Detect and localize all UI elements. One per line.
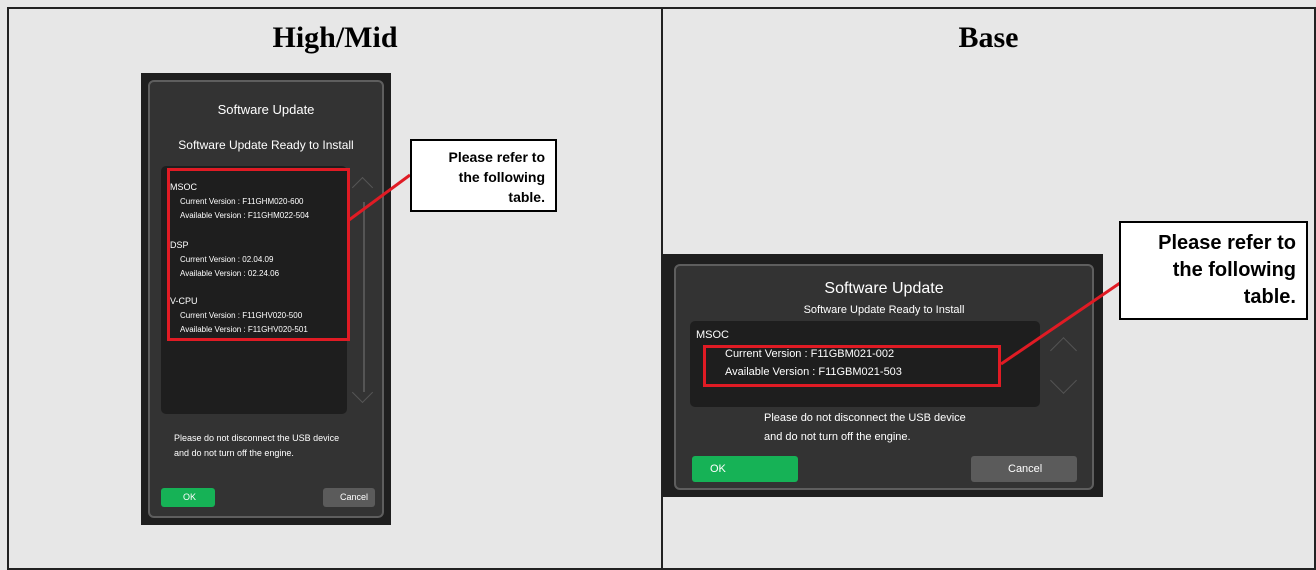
scroll-down-icon[interactable] xyxy=(1050,367,1077,394)
left-callout-line-2: the following xyxy=(458,169,545,185)
left-callout-line-3: table. xyxy=(508,189,545,205)
cancel-button-label: Cancel xyxy=(1008,463,1043,475)
ok-button-label: OK xyxy=(183,492,197,502)
right-highlight-box xyxy=(703,345,1001,387)
dialog-subtitle: Software Update Ready to Install xyxy=(803,304,965,316)
cancel-button[interactable]: Cancel xyxy=(323,488,375,507)
list-item-name: MSOC xyxy=(696,329,729,341)
ok-button[interactable]: OK xyxy=(692,456,798,482)
ok-button[interactable]: OK xyxy=(161,488,215,507)
scrollbar-track[interactable] xyxy=(363,202,365,392)
warning-line-2: and do not turn off the engine. xyxy=(764,431,911,443)
left-highlight-box xyxy=(167,168,350,341)
warning-line-1: Please do not disconnect the USB device xyxy=(174,433,340,443)
dialog-title: Software Update xyxy=(824,280,944,297)
ok-button-label: OK xyxy=(710,463,726,475)
warning-line-2: and do not turn off the engine. xyxy=(174,448,294,458)
dialog-subtitle: Software Update Ready to Install xyxy=(178,138,354,152)
cancel-button-label: Cancel xyxy=(339,492,368,502)
right-callout-line-3: table. xyxy=(1243,286,1296,308)
scroll-up-icon[interactable] xyxy=(1050,337,1077,364)
cancel-button[interactable]: Cancel xyxy=(971,456,1077,482)
left-callout: Please refer to the following table. xyxy=(410,139,557,212)
warning-line-1: Please do not disconnect the USB device xyxy=(764,412,966,424)
panel-title-base: Base xyxy=(958,21,1019,54)
right-callout-line-2: the following xyxy=(1172,259,1296,281)
left-callout-line-1: Please refer to xyxy=(448,149,546,165)
right-callout: Please refer to the following table. xyxy=(1119,221,1308,320)
scroll-up-icon[interactable] xyxy=(351,176,374,199)
dialog-title: Software Update xyxy=(217,102,315,117)
panel-title-high-mid: High/Mid xyxy=(272,21,398,54)
right-callout-line-1: Please refer to xyxy=(1158,232,1296,254)
scroll-down-icon[interactable] xyxy=(351,381,374,404)
